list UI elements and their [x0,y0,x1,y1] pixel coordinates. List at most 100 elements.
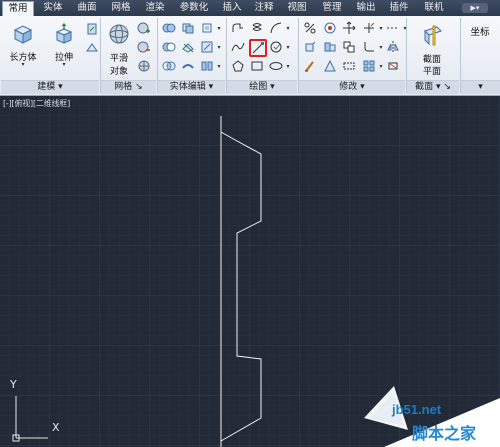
ucs-y-label: Y [10,378,17,391]
box-button[interactable] [10,21,36,47]
tab-mesh[interactable]: 网格 [106,1,136,15]
ucs-x-label: X [52,421,60,434]
copy-icon [343,41,355,53]
stretch-button[interactable] [341,58,357,74]
interfere-button[interactable] [180,20,196,36]
panel-title-section[interactable]: 截面 ▾ ↘ [407,80,459,94]
spline-icon [231,42,245,52]
line-button[interactable] [249,39,267,57]
smooth-object-button[interactable] [106,21,132,47]
extrude-button[interactable] [51,21,77,47]
fillet-button[interactable] [361,39,377,55]
chevron-down-icon[interactable]: ▾ [378,20,384,36]
slice-button[interactable] [180,39,196,55]
chevron-down-icon: ▾ [478,82,483,92]
ribbon-tab-bar: 常用 实体 曲面 网格 渲染 参数化 插入 注释 视图 管理 输出 插件 联机 … [0,0,500,17]
panel-title-modify[interactable]: 修改 ▾ [299,80,405,94]
panel-title-modeling-label: 建模 [37,82,56,92]
polyline-button[interactable] [230,20,246,36]
panel-title-modify-label: 修改 [339,82,358,92]
3d-align-button[interactable] [322,39,338,55]
chevron-down-icon[interactable]: ▾ [378,39,384,55]
trim-icon [364,22,375,33]
3d-rotate-button[interactable] [322,20,338,36]
union-button[interactable] [161,20,177,36]
polygon-button[interactable] [230,58,246,74]
mesh-smooth-less-button[interactable] [136,39,152,55]
tab-manage[interactable]: 管理 [318,1,346,15]
erase-button[interactable] [385,58,401,74]
array-button[interactable] [361,58,377,74]
helix-button[interactable] [249,20,265,36]
smooth-label-2: 对象 [109,67,128,77]
extrude-dropdown-icon[interactable]: ▾ [61,60,67,68]
slice-icon [182,43,194,53]
tab-surface[interactable]: 曲面 [72,1,102,15]
chevron-down-icon[interactable]: ▾ [378,58,384,74]
trim-button[interactable] [361,20,377,36]
chevron-down-icon[interactable]: ▾ [216,58,222,74]
chevron-down-icon: ▾ [435,82,441,92]
tab-solid[interactable]: 实体 [38,1,68,15]
section-plane-button[interactable] [420,22,446,48]
tab-view[interactable]: 视图 [283,1,311,15]
chevron-down-icon[interactable]: ▾ [402,20,408,36]
panel-title-draw-label: 绘图 [249,82,268,92]
mesh-refine-button[interactable] [136,58,152,74]
presspull-icon [87,23,97,35]
arc-button[interactable] [268,20,284,36]
panel-title-solid-editing[interactable]: 实体编辑 ▾ [158,80,225,94]
mesh-refine-icon [138,60,150,72]
move-icon [343,21,356,34]
chevron-down-icon[interactable]: ▾ [285,58,291,74]
brush-button[interactable] [302,58,318,74]
box-dropdown-icon[interactable]: ▾ [20,60,26,68]
chevron-down-icon: ▾ [208,82,214,92]
panel-title-coordinates[interactable]: ▾ [461,80,500,94]
mirror-button[interactable] [385,39,401,55]
copy-button[interactable] [341,39,357,55]
chevron-down-icon[interactable]: ▾ [216,39,222,55]
ribbon-panels: 长方体 ▾ 拉伸 ▾ 建模 ▾ 平滑 对象 网格 ↘ ▾ ▾ ▾ 实体编辑 ▾ … [0,16,500,96]
extract-edges-button[interactable] [199,20,215,36]
move-button[interactable] [341,20,357,36]
polysolid-button[interactable] [84,40,100,56]
viewport-controls[interactable]: [-][俯视][二维线框] [3,98,70,109]
chevron-down-icon[interactable]: ▾ [216,20,222,36]
ribbon-toggle-button[interactable]: ▶▾ [462,3,488,13]
tab-render[interactable]: 渲染 [140,1,170,15]
panel-title-mesh-label: 网格 [114,82,133,92]
presspull-button[interactable] [84,21,100,37]
rectangle-button[interactable] [249,58,265,74]
tab-home[interactable]: 常用 [2,1,34,17]
3d-array-button[interactable] [322,58,338,74]
separate-button[interactable] [199,58,215,74]
ellipse-button[interactable] [268,58,284,74]
watermark-name: 脚本之家 [412,424,477,443]
mesh-smooth-more-button[interactable] [136,20,152,36]
tab-output[interactable]: 输出 [352,1,380,15]
tab-plugins[interactable]: 插件 [385,1,413,15]
panel-title-modeling[interactable]: 建模 ▾ [1,80,99,94]
section-plane-label-2: 平面 [422,67,441,77]
tab-annotate[interactable]: 注释 [250,1,278,15]
tab-online[interactable]: 联机 [420,1,448,15]
tab-parametric[interactable]: 参数化 [174,1,214,15]
dashed-line-button[interactable] [385,20,401,36]
dialog-launcher-icon: ↘ [135,82,143,92]
spline-button[interactable] [230,39,246,55]
chevron-down-icon[interactable]: ▾ [285,39,291,55]
3d-move-button[interactable] [302,39,318,55]
intersect-button[interactable] [161,58,177,74]
thicken-button[interactable] [180,58,196,74]
tab-insert[interactable]: 插入 [218,1,246,15]
panel-title-mesh[interactable]: 网格 ↘ [101,80,156,94]
circle-button[interactable] [268,39,284,55]
scale-button[interactable] [302,20,318,36]
fillet-icon [364,42,374,52]
imprint-button[interactable] [199,39,215,55]
subtract-button[interactable] [161,39,177,55]
video-icon: ▶▾ [470,4,480,12]
chevron-down-icon[interactable]: ▾ [285,20,291,36]
panel-title-draw[interactable]: 绘图 ▾ [227,80,297,94]
